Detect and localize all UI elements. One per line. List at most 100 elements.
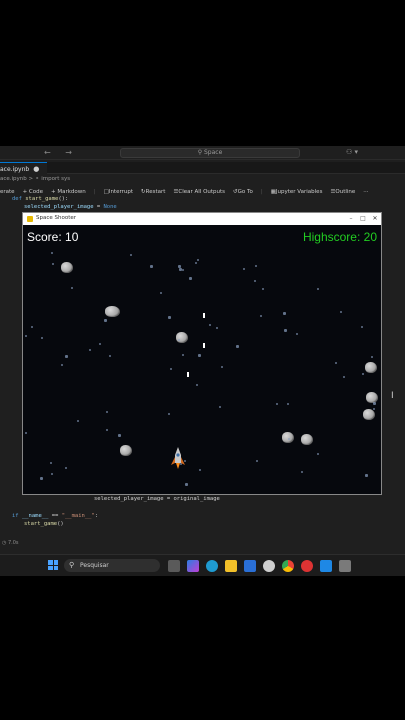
star	[343, 376, 345, 378]
star	[65, 467, 67, 469]
star	[199, 469, 201, 471]
star	[195, 262, 197, 264]
minimize-icon[interactable]: –	[345, 213, 357, 225]
go-to-button[interactable]: ↺ Go To	[233, 189, 253, 195]
nav-arrows[interactable]: ← →	[44, 148, 78, 157]
star	[340, 311, 342, 313]
star	[178, 265, 181, 268]
taskbar-search-placeholder: Pesquisar	[80, 562, 109, 569]
app-icon	[27, 216, 33, 222]
star	[150, 265, 153, 268]
star	[197, 259, 199, 261]
star	[296, 333, 298, 335]
star	[373, 402, 376, 405]
unsaved-dot-icon[interactable]: ●	[33, 165, 39, 173]
cell-runtime: ◷ 7.0s	[2, 540, 19, 546]
star	[256, 460, 258, 462]
asteroid	[105, 306, 120, 317]
code-line-def[interactable]: def start_game():	[12, 196, 68, 202]
bullet	[187, 372, 189, 377]
copilot-app-icon[interactable]	[187, 560, 199, 572]
add-markdown-button[interactable]: + Markdown	[51, 189, 86, 195]
star	[25, 335, 27, 337]
taskbar-search-input[interactable]: ⚲ Pesquisar	[64, 559, 160, 572]
python-game-icon[interactable]	[339, 560, 351, 572]
outline-button[interactable]: ☰ Outline	[330, 189, 355, 195]
star	[99, 343, 101, 345]
star	[216, 327, 218, 329]
copilot-icon[interactable]: ⚇ ▾	[346, 148, 358, 156]
asteroid	[301, 434, 313, 445]
star	[77, 420, 79, 422]
vscode-icon[interactable]	[320, 560, 332, 572]
code-line-assign-original[interactable]: selected_player_image = original_image	[94, 496, 220, 502]
star	[284, 329, 287, 332]
star	[288, 438, 290, 440]
star	[89, 349, 91, 351]
game-window-titlebar[interactable]: Space Shooter – □ ✕	[23, 213, 381, 225]
breadcrumb[interactable]: ace.ipynb > ⚬ import sys	[0, 176, 70, 182]
close-icon[interactable]: ✕	[369, 213, 381, 225]
tab-bar: ace.ipynb ●	[0, 162, 405, 174]
star	[71, 287, 73, 289]
star	[109, 355, 111, 357]
task-view-icon[interactable]	[168, 560, 180, 572]
jupyter-variables-button[interactable]: ▦ Jupyter Variables	[271, 189, 323, 195]
star	[362, 373, 364, 375]
star	[219, 406, 221, 408]
tab-notebook[interactable]: ace.ipynb ●	[0, 162, 48, 174]
runtime-label: 7.0s	[7, 540, 19, 546]
alien-app-icon[interactable]	[263, 560, 275, 572]
star	[25, 432, 27, 434]
outline-label: Outline	[335, 189, 356, 195]
star	[65, 355, 68, 358]
restart-button[interactable]: ↻ Restart	[141, 189, 165, 195]
star	[51, 252, 53, 254]
star	[365, 474, 368, 477]
star	[31, 326, 33, 328]
star	[196, 384, 198, 386]
star	[168, 316, 171, 319]
code-line-assign[interactable]: selected_player_image = None	[24, 204, 117, 210]
code-line-call[interactable]: start_game()	[24, 521, 64, 527]
opera-icon[interactable]	[301, 560, 313, 572]
star	[198, 354, 201, 357]
star	[254, 280, 256, 282]
star	[180, 463, 182, 465]
star	[52, 263, 54, 265]
windows-start-icon[interactable]	[48, 560, 58, 570]
star	[41, 337, 43, 339]
chrome-icon[interactable]	[282, 560, 294, 572]
edge-icon[interactable]	[206, 560, 218, 572]
more-actions-button[interactable]: ···	[363, 189, 368, 195]
store-icon[interactable]	[244, 560, 256, 572]
star	[182, 269, 184, 271]
toolbar-divider: |	[93, 189, 96, 195]
text-cursor-icon: Ι	[391, 391, 394, 401]
interrupt-button[interactable]: □ Interrupt	[104, 189, 133, 195]
star	[130, 254, 132, 256]
interrupt-label: Interrupt	[108, 189, 134, 195]
star	[301, 471, 303, 473]
generate-button[interactable]: erate	[0, 189, 15, 195]
restart-label: Restart	[145, 189, 166, 195]
star	[185, 483, 188, 486]
clear-outputs-button[interactable]: ☰ Clear All Outputs	[173, 189, 225, 195]
maximize-icon[interactable]: □	[357, 213, 369, 225]
code-line-if-main[interactable]: if __name__ == "__main__":	[12, 513, 98, 519]
star	[160, 292, 162, 294]
star	[168, 413, 170, 415]
star	[178, 339, 180, 341]
highscore-label: Highscore: 20	[302, 230, 377, 244]
star	[51, 473, 53, 475]
add-code-button[interactable]: + Code	[23, 189, 43, 195]
asteroid	[61, 262, 73, 273]
star	[184, 460, 186, 462]
star	[170, 368, 172, 370]
star	[209, 324, 211, 326]
file-explorer-icon[interactable]	[225, 560, 237, 572]
game-canvas[interactable]: Score: 10 Highscore: 20	[23, 225, 381, 494]
command-search-input[interactable]: ⚲ Space	[120, 148, 300, 158]
star	[118, 434, 121, 437]
star	[61, 364, 63, 366]
